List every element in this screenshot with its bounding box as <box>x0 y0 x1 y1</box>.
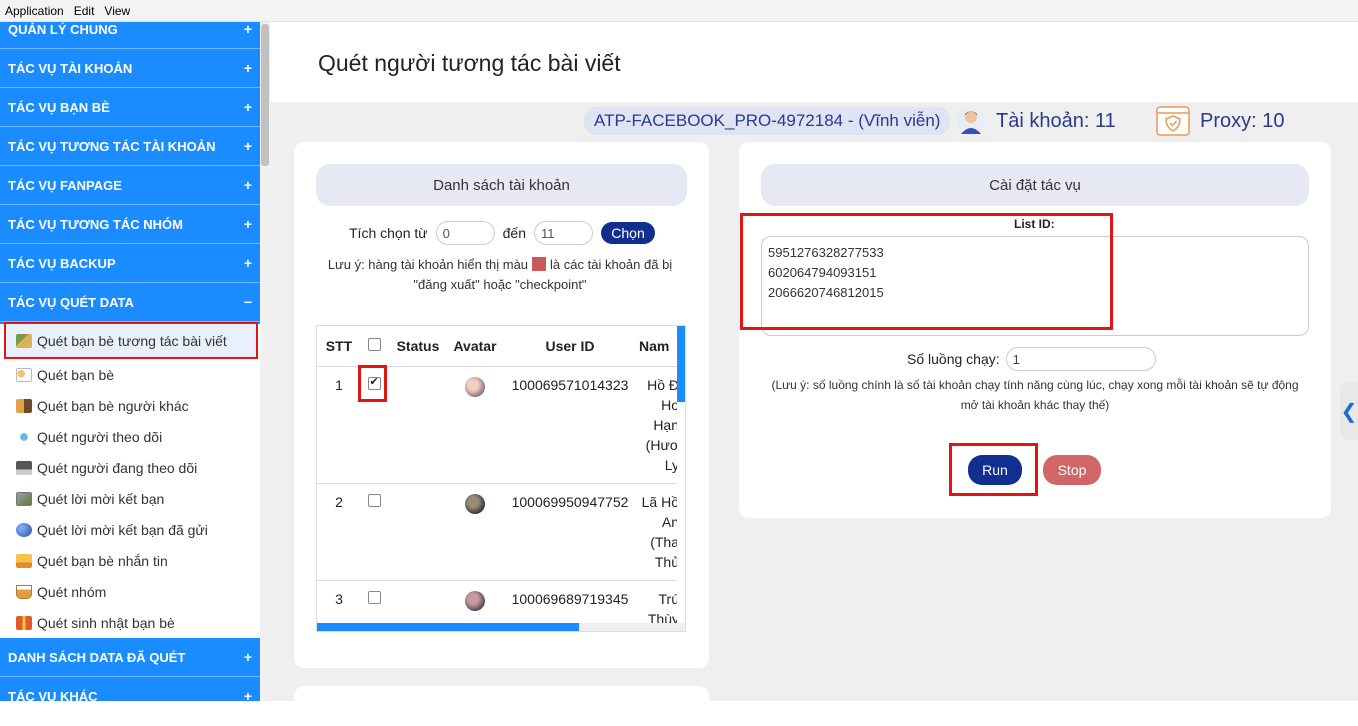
chat-icon <box>16 553 32 568</box>
menu-application[interactable]: Application <box>5 4 64 18</box>
sidebar-submenu: Quét bạn bè tương tác bài viết Quét bạn … <box>0 322 260 638</box>
chevron-left-icon: ❮ <box>1340 399 1358 423</box>
sidebar-item-quet-ban-be-nhan-tin[interactable]: Quét bạn bè nhắn tin <box>0 545 260 576</box>
highlight-checkbox <box>358 365 387 402</box>
sidebar-cat-backup[interactable]: TÁC VỤ BACKUP + <box>0 244 260 283</box>
user-icon <box>957 107 985 135</box>
table-hscrollbar[interactable] <box>317 623 685 631</box>
page-title: Quét người tương tác bài viết <box>318 50 621 76</box>
highlight-run <box>949 443 1038 496</box>
picture-icon <box>16 491 32 506</box>
highlight-list-id <box>740 213 1113 330</box>
threads-note: (Lưu ý: số luồng chính là số tài khoản c… <box>771 378 1299 412</box>
table-header: STT Status Avatar User ID Nam <box>317 326 679 367</box>
gift-icon <box>16 615 32 630</box>
col-status[interactable]: Status <box>387 326 449 367</box>
map-icon <box>16 333 32 348</box>
col-stt[interactable]: STT <box>317 326 361 367</box>
sidebar-item-quet-nguoi-theo-doi[interactable]: Quét người theo dõi <box>0 421 260 452</box>
scrollbar-thumb[interactable] <box>261 24 269 166</box>
account-count: Tài khoản: 11 <box>956 106 1116 136</box>
collapse-panel-tab[interactable]: ❮ <box>1340 382 1358 440</box>
sidebar-item-quet-sinh-nhat[interactable]: Quét sinh nhật bạn bè <box>0 607 260 638</box>
main-content: Quét người tương tác bài viết ATP-FACEBO… <box>270 22 1358 726</box>
monitor-icon <box>16 460 32 475</box>
shield-icon <box>1156 106 1190 136</box>
expand-icon: + <box>243 22 252 37</box>
table-vscrollbar[interactable] <box>677 326 685 623</box>
expand-icon: + <box>243 177 252 193</box>
threads-input[interactable]: 1 <box>1005 347 1156 371</box>
row-checkbox[interactable] <box>367 590 381 604</box>
sidebar-item-quet-loi-moi-da-gui[interactable]: Quét lời mời kết bạn đã gửi <box>0 514 260 545</box>
col-select-all[interactable] <box>361 326 387 367</box>
color-note: Lưu ý: hàng tài khoản hiển thị màu là các… <box>327 257 673 292</box>
menu-edit[interactable]: Edit <box>74 4 95 18</box>
color-swatch <box>532 257 547 271</box>
table-row[interactable]: 2 100069950947752 Lã Hồ An (Tha Thủ <box>317 483 679 581</box>
select-range: Tích chọn từ 0 đến 11 Chọn <box>349 221 655 245</box>
accounts-panel: Danh sách tài khoản Tích chọn từ 0 đến 1… <box>294 142 709 668</box>
sidebar-cat-fanpage[interactable]: TÁC VỤ FANPAGE + <box>0 166 260 205</box>
threads-setting: Số luồng chạy: 1 <box>907 347 1156 371</box>
from-input[interactable]: 0 <box>435 221 495 245</box>
expand-icon: + <box>243 138 252 154</box>
collapse-icon: − <box>243 294 252 310</box>
choose-button[interactable]: Chọn <box>601 222 655 244</box>
sidebar-cat-tac-vu-tai-khoan[interactable]: TÁC VỤ TÀI KHOẢN + <box>0 49 260 88</box>
expand-icon: + <box>243 688 252 701</box>
col-user-id[interactable]: User ID <box>501 326 639 367</box>
license-badge: ATP-FACEBOOK_PRO-4972184 - (Vĩnh viễn) <box>584 107 951 135</box>
settings-panel-title: Cài đặt tác vụ <box>761 164 1309 206</box>
col-name[interactable]: Nam <box>639 326 679 367</box>
sidebar-cat-quan-ly-chung[interactable]: QUẢN LÝ CHUNG + <box>0 22 260 49</box>
avatar <box>465 590 485 611</box>
sidebar-cat-tac-vu-ban-be[interactable]: TÁC VỤ BẠN BÈ + <box>0 88 260 127</box>
sidebar-cat-danh-sach-data[interactable]: DANH SÁCH DATA ĐÃ QUÉT + <box>0 638 260 677</box>
sidebar-item-quet-ban-be[interactable]: Quét bạn bè <box>0 359 260 390</box>
sidebar-menu: QUẢN LÝ CHUNG + TÁC VỤ TÀI KHOẢN + TÁC VỤ … <box>0 22 260 701</box>
sidebar-cat-tuong-tac-nhom[interactable]: TÁC VỤ TƯƠNG TÁC NHÓM + <box>0 205 260 244</box>
menu-view[interactable]: View <box>104 4 130 18</box>
row-checkbox[interactable] <box>367 493 381 507</box>
proxy-count: Proxy: 10 <box>1156 106 1284 136</box>
sidebar-item-quet-loi-moi-ket-ban[interactable]: Quét lời mời kết bạn <box>0 483 260 514</box>
sidebar: QUẢN LÝ CHUNG + TÁC VỤ TÀI KHOẢN + TÁC VỤ … <box>0 22 270 701</box>
globe-icon <box>16 522 32 537</box>
network-icon <box>16 429 32 444</box>
expand-icon: + <box>243 60 252 76</box>
stop-button[interactable]: Stop <box>1043 455 1101 485</box>
expand-icon: + <box>243 649 252 665</box>
scrollbar-thumb[interactable] <box>677 326 685 402</box>
menubar: Application Edit View <box>0 0 1358 22</box>
group-icon <box>16 398 32 413</box>
avatar <box>465 376 485 397</box>
sidebar-scrollbar[interactable] <box>260 22 270 701</box>
settings-panel: Cài đặt tác vụ List ID: 5951276328277533… <box>739 142 1331 518</box>
people-icon <box>16 367 32 382</box>
expand-icon: + <box>243 99 252 115</box>
expand-icon: + <box>243 255 252 271</box>
sidebar-cat-tac-vu-khac[interactable]: TÁC VỤ KHÁC + <box>0 677 260 701</box>
secondary-panel <box>294 686 709 726</box>
expand-icon: + <box>243 216 252 232</box>
avatar <box>465 493 485 514</box>
to-input[interactable]: 11 <box>534 221 593 245</box>
sidebar-cat-tuong-tac-tai-khoan[interactable]: TÁC VỤ TƯƠNG TÁC TÀI KHOẢN + <box>0 127 260 166</box>
sidebar-item-quet-nhom[interactable]: Quét nhóm <box>0 576 260 607</box>
sidebar-cat-quet-data[interactable]: TÁC VỤ QUÉT DATA − <box>0 283 260 322</box>
col-avatar[interactable]: Avatar <box>449 326 501 367</box>
accounts-panel-title: Danh sách tài khoản <box>316 164 687 206</box>
scrollbar-thumb[interactable] <box>317 623 579 631</box>
sidebar-item-quet-nguoi-dang-theo-doi[interactable]: Quét người đang theo dõi <box>0 452 260 483</box>
select-all-checkbox[interactable] <box>367 337 381 351</box>
sidebar-item-quet-ban-be-nguoi-khac[interactable]: Quét bạn bè người khác <box>0 390 260 421</box>
cup-icon <box>16 584 32 599</box>
sidebar-item-quet-ban-be-tuong-tac[interactable]: Quét bạn bè tương tác bài viết <box>4 322 258 359</box>
page-header: Quét người tương tác bài viết <box>270 22 1358 102</box>
